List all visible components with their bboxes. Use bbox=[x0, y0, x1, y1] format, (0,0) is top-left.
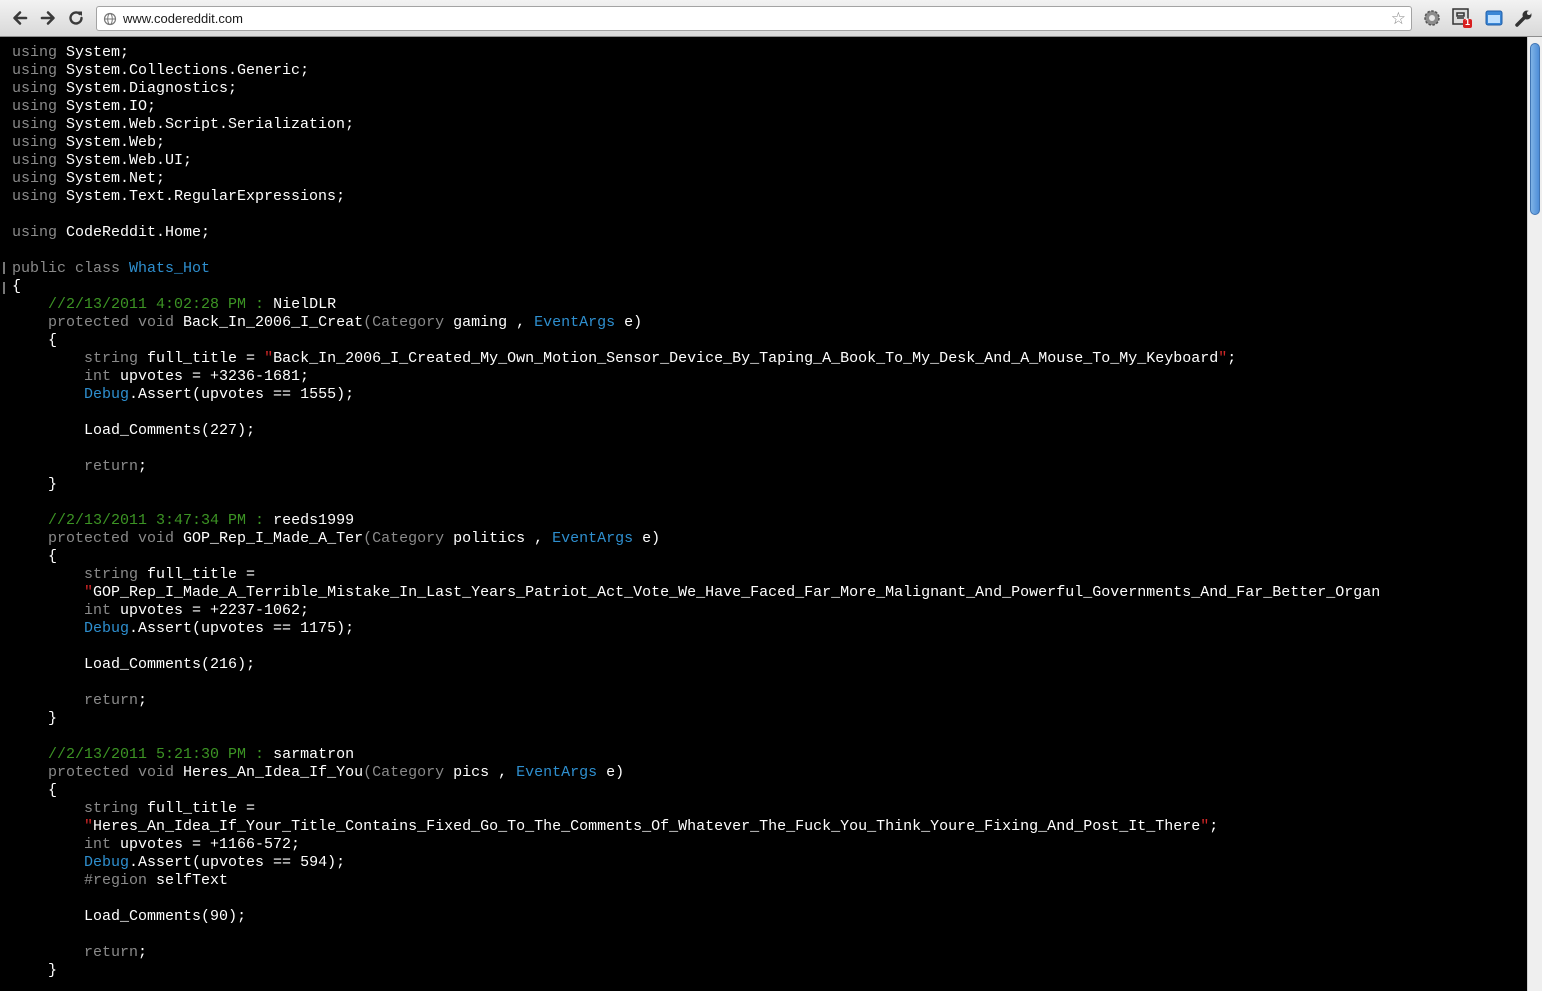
post-upvotes: +1166-572; bbox=[210, 836, 301, 853]
post-score: 1555 bbox=[300, 386, 337, 403]
post-0-title-line: string full_title = "Back_In_2006_I_Crea… bbox=[84, 350, 1237, 367]
post-2-region-line[interactable]: #region selfText bbox=[12, 872, 1380, 890]
code-line: using System.Diagnostics; bbox=[12, 80, 238, 97]
back-arrow-icon bbox=[13, 11, 28, 25]
code-line: using System; bbox=[12, 44, 130, 61]
post-0-signature: protected void Back_In_2006_I_Creat(Cate… bbox=[48, 314, 643, 331]
address-bar[interactable]: www.codereddit.com ☆ bbox=[96, 6, 1412, 31]
post-0-assert-line: Debug.Assert(upvotes == 1555); bbox=[84, 386, 355, 403]
forward-arrow-icon bbox=[40, 11, 55, 25]
code-line: using System.Web; bbox=[12, 134, 166, 151]
post-category[interactable]: pics bbox=[453, 764, 489, 781]
post-timestamp: //2/13/2011 4:02:28 PM : bbox=[48, 296, 265, 313]
reload-icon bbox=[69, 11, 83, 25]
vertical-scrollbar[interactable] bbox=[1527, 37, 1542, 991]
wrench-menu-button[interactable] bbox=[1513, 7, 1535, 29]
code-listing: using System; using System.Collections.Ge… bbox=[12, 44, 1381, 979]
post-title[interactable]: GOP_Rep_I_Made_A_Terrible_Mistake_In_Las… bbox=[93, 584, 1380, 601]
code-line: using System.Text.RegularExpressions; bbox=[12, 188, 346, 205]
post-upvotes: +2237-1062; bbox=[210, 602, 310, 619]
window-extension-icon bbox=[1485, 10, 1503, 26]
url-text: www.codereddit.com bbox=[123, 11, 243, 26]
post-score: 594 bbox=[300, 854, 328, 871]
post-2-upvotes-line: int upvotes = +1166-572; bbox=[84, 836, 301, 853]
gear-icon bbox=[1424, 10, 1440, 26]
post-category[interactable]: politics bbox=[453, 530, 525, 547]
scrollbar-thumb[interactable] bbox=[1530, 43, 1540, 215]
extension-gear-button[interactable] bbox=[1421, 7, 1443, 29]
class-name: Whats_Hot bbox=[129, 260, 211, 277]
class-declaration: public class Whats_Hot bbox=[12, 260, 211, 277]
extension-badge-count: 1 bbox=[1465, 17, 1471, 27]
post-2-title-line: "Heres_An_Idea_If_Your_Title_Contains_Fi… bbox=[84, 818, 1219, 835]
post-0-comments-line[interactable]: Load_Comments(227); bbox=[12, 422, 1380, 440]
post-comment-count: 90 bbox=[210, 908, 229, 925]
code-line: using System.Web.Script.Serialization; bbox=[12, 116, 355, 133]
post-title[interactable]: Heres_An_Idea_If_Your_Title_Contains_Fix… bbox=[93, 818, 1200, 835]
post-2-header: //2/13/2011 5:21:30 PM : sarmatron bbox=[12, 746, 1380, 764]
post-comment-count: 216 bbox=[210, 656, 238, 673]
post-region-name: selfText bbox=[156, 872, 229, 889]
post-comment-count: 227 bbox=[210, 422, 238, 439]
wrench-icon bbox=[1515, 10, 1532, 27]
extension-window-button[interactable] bbox=[1483, 7, 1505, 29]
reload-button[interactable] bbox=[64, 6, 88, 30]
post-timestamp: //2/13/2011 3:47:34 PM : bbox=[48, 512, 265, 529]
post-1-signature: protected void GOP_Rep_I_Made_A_Ter(Cate… bbox=[48, 530, 661, 547]
code-line: using CodeReddit.Home; bbox=[12, 224, 211, 241]
bookmark-star-icon[interactable]: ☆ bbox=[1391, 9, 1406, 28]
post-author[interactable]: NielDLR bbox=[273, 296, 336, 313]
back-button[interactable] bbox=[8, 6, 32, 30]
forward-button[interactable] bbox=[36, 6, 60, 30]
post-1-assert-line: Debug.Assert(upvotes == 1175); bbox=[84, 620, 355, 637]
browser-toolbar: www.codereddit.com ☆ 1 bbox=[0, 0, 1542, 37]
post-2-signature: protected void Heres_An_Idea_If_You(Cate… bbox=[48, 764, 625, 781]
post-method-name[interactable]: GOP_Rep_I_Made_A_Ter bbox=[183, 530, 363, 547]
post-1-upvotes-line: int upvotes = +2237-1062; bbox=[84, 602, 310, 619]
globe-icon bbox=[103, 12, 117, 26]
post-1-title-line: "GOP_Rep_I_Made_A_Terrible_Mistake_In_La… bbox=[84, 584, 1381, 601]
post-author[interactable]: sarmatron bbox=[273, 746, 354, 763]
post-1-comments-line[interactable]: Load_Comments(216); bbox=[12, 656, 1380, 674]
code-line: using System.Collections.Generic; bbox=[12, 62, 310, 79]
post-title[interactable]: Back_In_2006_I_Created_My_Own_Motion_Sen… bbox=[273, 350, 1218, 367]
post-score: 1175 bbox=[300, 620, 337, 637]
post-2-comments-line[interactable]: Load_Comments(90); bbox=[12, 908, 1380, 926]
post-upvotes: +3236-1681; bbox=[210, 368, 310, 385]
code-line: using System.Web.UI; bbox=[12, 152, 193, 169]
post-author[interactable]: reeds1999 bbox=[273, 512, 354, 529]
extension-badge-button[interactable]: 1 bbox=[1451, 7, 1473, 29]
left-margin-marker bbox=[3, 262, 5, 274]
post-0-header: //2/13/2011 4:02:28 PM : NielDLR bbox=[12, 296, 1380, 314]
post-1-header: //2/13/2011 3:47:34 PM : reeds1999 bbox=[12, 512, 1380, 530]
post-2-assert-line: Debug.Assert(upvotes == 594); bbox=[84, 854, 346, 871]
post-timestamp: //2/13/2011 5:21:30 PM : bbox=[48, 746, 265, 763]
post-method-name[interactable]: Back_In_2006_I_Creat bbox=[183, 314, 363, 331]
code-line: using System.IO; bbox=[12, 98, 157, 115]
post-method-name[interactable]: Heres_An_Idea_If_You bbox=[183, 764, 363, 781]
post-0-upvotes-line: int upvotes = +3236-1681; bbox=[84, 368, 310, 385]
code-line: using System.Net; bbox=[12, 170, 166, 187]
page-content: using System; using System.Collections.Ge… bbox=[0, 37, 1527, 991]
left-margin-marker bbox=[3, 282, 5, 294]
post-category[interactable]: gaming bbox=[453, 314, 507, 331]
